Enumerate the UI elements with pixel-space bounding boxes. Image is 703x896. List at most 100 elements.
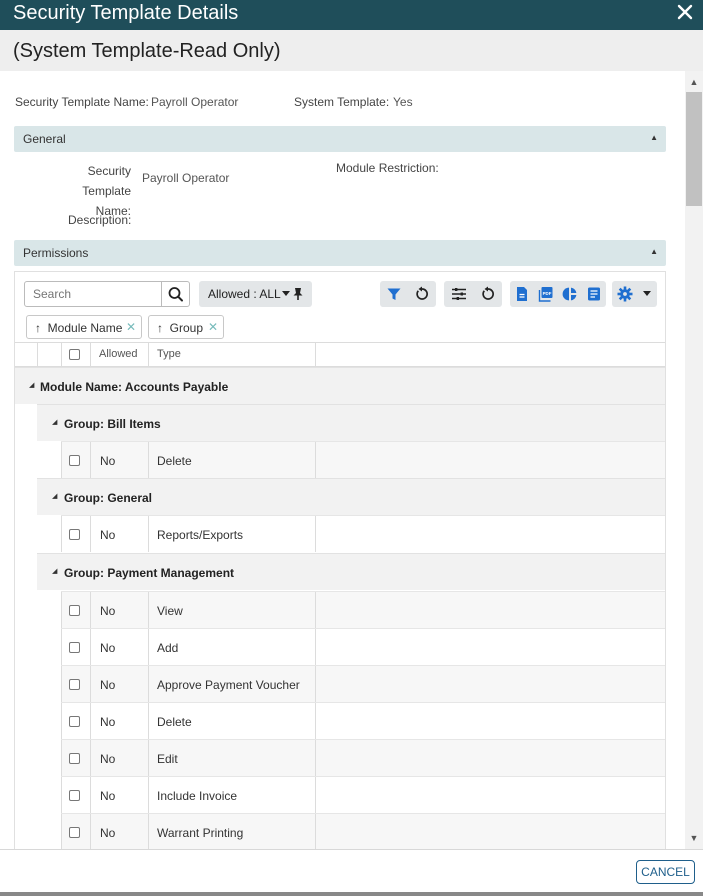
search-button[interactable] [161, 282, 189, 306]
search-icon [168, 287, 183, 302]
table-row[interactable]: No Edit [61, 739, 665, 776]
general-name-label-line1: Security Template [82, 164, 131, 198]
row-allowed: No [100, 454, 116, 468]
template-name-label: Security Template Name: [15, 95, 149, 109]
row-type: View [157, 604, 183, 618]
group-chip-label: ↑ Group [157, 321, 204, 335]
general-section-title: General [23, 132, 66, 146]
collapse-caret-icon[interactable]: ▲ [650, 133, 658, 142]
group-row-general[interactable]: ◢ Group: General [37, 478, 665, 515]
group-row-bill-items[interactable]: ◢ Group: Bill Items [37, 404, 665, 441]
row-type: Delete [157, 715, 192, 729]
allowed-filter-button[interactable]: Allowed : ALL [199, 281, 312, 307]
permissions-section-header[interactable]: Permissions ▲ [14, 240, 666, 266]
chart-button[interactable] [558, 281, 582, 307]
pin-icon[interactable] [292, 287, 304, 301]
group-label: Group: General [64, 491, 153, 505]
row-checkbox[interactable] [69, 790, 80, 801]
collapse-caret-icon[interactable]: ◢ [52, 418, 57, 426]
dialog-content: Security Template Name: Payroll Operator… [0, 71, 685, 849]
settings-button[interactable] [612, 281, 657, 307]
scroll-up-icon[interactable]: ▲ [685, 75, 703, 89]
row-type: Reports/Exports [157, 528, 244, 542]
system-template-label: System Template: [294, 95, 390, 109]
row-checkbox[interactable] [69, 753, 80, 764]
filter-button[interactable] [380, 281, 408, 307]
close-icon[interactable] [676, 3, 694, 21]
column-header-allowed[interactable]: Allowed [99, 348, 138, 360]
report-icon [588, 287, 600, 301]
dialog-subtitle: (System Template-Read Only) [13, 40, 281, 62]
search-input[interactable] [25, 282, 163, 306]
dialog-footer: CANCEL [0, 849, 703, 896]
row-allowed: No [100, 604, 116, 618]
row-allowed: No [100, 789, 116, 803]
search-box [24, 281, 190, 307]
collapse-caret-icon[interactable]: ◢ [52, 492, 57, 500]
group-label: Group: Bill Items [64, 417, 161, 431]
remove-chip-icon[interactable]: ✕ [126, 320, 136, 334]
collapse-caret-icon[interactable]: ◢ [52, 567, 57, 575]
columns-icon [452, 288, 466, 300]
permissions-grid: Allowed : ALL [14, 271, 666, 849]
group-chip-group[interactable]: ↑ Group ✕ [148, 315, 224, 339]
group-row-payment-management[interactable]: ◢ Group: Payment Management [37, 553, 665, 590]
row-checkbox[interactable] [69, 716, 80, 727]
table-row[interactable]: No Include Invoice [61, 776, 665, 813]
general-name-label: Security Template Name: [36, 161, 131, 221]
remove-chip-icon[interactable]: ✕ [208, 320, 218, 334]
table-row[interactable]: No Reports/Exports [61, 515, 665, 552]
chevron-down-icon [643, 291, 651, 296]
cancel-button[interactable]: CANCEL [636, 860, 695, 884]
filter-icon [387, 288, 401, 300]
table-row[interactable]: No Delete [61, 702, 665, 739]
export-excel-button[interactable] [510, 281, 534, 307]
table-row[interactable]: No Warrant Printing [61, 813, 665, 849]
row-checkbox[interactable] [69, 455, 80, 466]
table-row[interactable]: No Delete [61, 441, 665, 478]
table-row[interactable]: No Add [61, 628, 665, 665]
group-chip-module-name[interactable]: ↑ Module Name ✕ [26, 315, 142, 339]
allowed-filter-label: Allowed : ALL [208, 287, 281, 301]
grid-column-header: Allowed Type [15, 342, 665, 367]
vertical-scrollbar[interactable]: ▲ ▼ [685, 71, 703, 849]
reset-icon [482, 286, 494, 300]
row-checkbox[interactable] [69, 679, 80, 690]
module-group-label: Module Name: Accounts Payable [40, 380, 229, 394]
reset-icon [416, 286, 428, 300]
scroll-down-icon[interactable]: ▼ [685, 831, 703, 845]
report-button[interactable] [582, 281, 606, 307]
filter-reset-button[interactable] [408, 281, 436, 307]
columns-reset-button[interactable] [474, 281, 502, 307]
permissions-section-title: Permissions [23, 246, 89, 260]
row-checkbox[interactable] [69, 827, 80, 838]
general-name-value: Payroll Operator [142, 171, 230, 185]
row-type: Include Invoice [157, 789, 238, 803]
scrollbar-thumb[interactable] [686, 92, 702, 206]
svg-text:PDF: PDF [543, 291, 552, 296]
group-chip-text: Module Name [47, 321, 123, 335]
gear-icon [617, 286, 633, 302]
row-type: Add [157, 641, 179, 655]
collapse-caret-icon[interactable]: ▲ [650, 247, 658, 256]
row-checkbox[interactable] [69, 529, 80, 540]
group-chip-text: Group [169, 321, 204, 335]
row-checkbox[interactable] [69, 642, 80, 653]
row-allowed: No [100, 826, 116, 840]
table-row[interactable]: No View [61, 591, 665, 628]
table-row[interactable]: No Approve Payment Voucher [61, 665, 665, 702]
collapse-caret-icon[interactable]: ◢ [29, 381, 34, 389]
dialog-subheader: (System Template-Read Only) [0, 30, 703, 71]
pdf-icon: PDF [538, 287, 553, 302]
row-type: Approve Payment Voucher [157, 678, 300, 692]
row-checkbox[interactable] [69, 605, 80, 616]
export-pdf-button[interactable]: PDF [534, 281, 558, 307]
select-all-checkbox[interactable] [69, 349, 80, 360]
group-chip-label: ↑ Module Name [35, 321, 123, 335]
general-section-header[interactable]: General ▲ [14, 126, 666, 152]
row-allowed: No [100, 678, 116, 692]
column-settings-button[interactable] [445, 281, 473, 307]
module-restriction-label: Module Restriction: [336, 161, 439, 175]
column-header-type[interactable]: Type [157, 348, 181, 360]
module-group-row[interactable]: ◢ Module Name: Accounts Payable [15, 367, 665, 404]
